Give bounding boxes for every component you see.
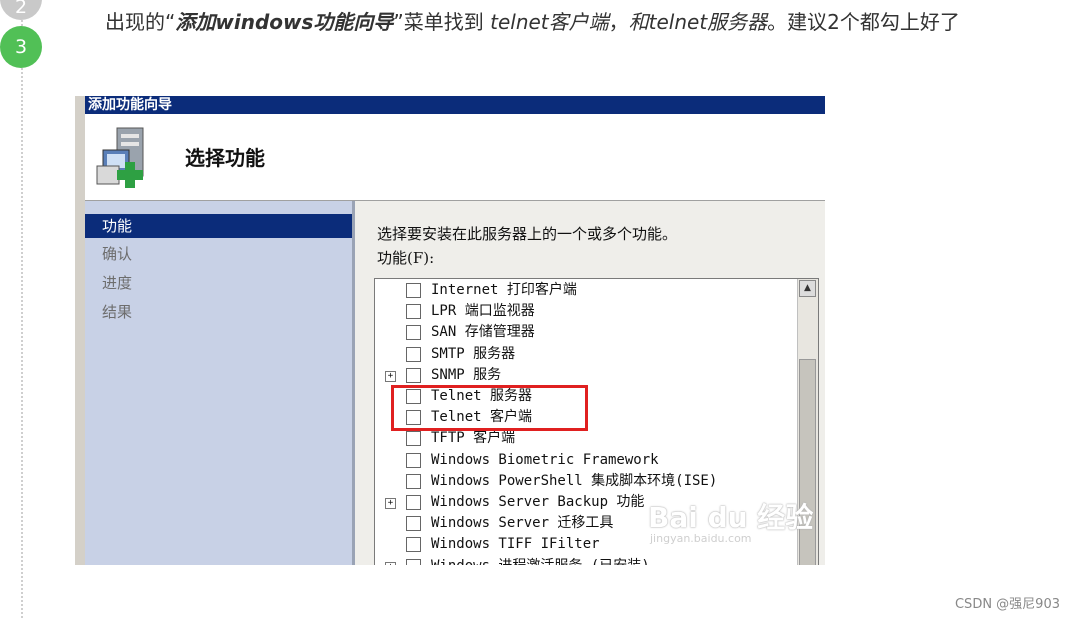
feature-checkbox[interactable] [406,431,421,447]
feature-checkbox[interactable] [406,495,421,510]
feature-row[interactable]: Windows PowerShell 集成脚本环境(ISE) [375,472,795,493]
nav-item-results[interactable]: 结果 [85,300,352,324]
feature-label: SAN 存储管理器 [431,324,535,341]
csdn-credit: CSDN @强尼903 [954,597,1060,612]
step-badge-current: 3 [0,26,42,68]
wizard-title: 添加功能向导 [88,97,172,113]
para-text-2: ”菜单找到 [393,10,491,34]
wizard-nav: 功能 确认 进度 结果 [85,201,352,565]
step-badge-previous: 2 [0,0,42,20]
feature-checkbox[interactable] [406,304,421,320]
para-italic-telnet-server: 和telnet服务器 [628,10,768,34]
para-text-4: 。建议2个都勾上好了 [767,10,960,34]
feature-checkbox[interactable] [406,516,421,532]
para-text-1: 出现的“ [105,10,176,34]
wizard-header: 选择功能 [85,114,825,201]
feature-label: Windows TIFF IFilter [431,536,600,553]
expand-plus-icon[interactable]: + [385,498,396,509]
feature-row[interactable]: Windows Biometric Framework [375,451,795,472]
features-label: 功能(F): [377,249,435,267]
features-description: 选择要安装在此服务器上的一个或多个功能。 [377,225,678,243]
baidu-watermark: Bai du 经验 [648,501,814,534]
telnet-highlight-box [391,385,588,431]
feature-label: Windows Server Backup 功能 [431,494,645,510]
feature-row[interactable]: TFTP 客户端 [375,429,795,450]
feature-checkbox[interactable] [406,537,421,553]
nav-item-confirm[interactable]: 确认 [85,242,352,266]
scroll-up-arrow-icon[interactable]: ▲ [799,280,816,297]
server-add-icon [96,127,144,188]
feature-row[interactable]: SAN 存储管理器 [375,323,795,344]
feature-checkbox[interactable] [406,325,421,341]
feature-label: LPR 端口监视器 [431,303,535,320]
wizard-screenshot: 添加功能向导 选择功能 功能 确认 进度 结果 选择要安装在此服务器上的一个或多… [75,96,825,565]
wizard-heading: 选择功能 [185,146,265,170]
feature-label: SNMP 服务 [431,366,502,383]
feature-checkbox[interactable] [406,558,421,565]
feature-label: Windows Server 迁移工具 [431,515,614,532]
feature-label: TFTP 客户端 [431,430,516,447]
feature-checkbox[interactable] [406,473,421,489]
para-italic-telnet-client: telnet客户端 [490,10,609,34]
baidu-watermark-url: jingyan.baidu.com [650,532,752,545]
feature-label: Windows PowerShell 集成脚本环境(ISE) [431,472,718,489]
feature-checkbox[interactable] [406,346,421,362]
feature-label: SMTP 服务器 [431,345,516,362]
expand-plus-icon[interactable]: + [385,561,396,565]
timeline-rail [21,0,23,618]
feature-label: Windows Biometric Framework [431,451,659,468]
feature-row[interactable]: + SNMP 服务 [375,366,795,387]
feature-row[interactable]: SMTP 服务器 [375,345,795,366]
para-text-3: ， [608,10,629,34]
feature-label: Internet 打印客户端 [431,282,577,298]
nav-item-progress[interactable]: 进度 [85,271,352,295]
feature-checkbox[interactable] [406,283,421,298]
para-bold-wizard-name: 添加windows功能向导 [175,10,394,34]
feature-checkbox[interactable] [406,367,421,383]
feature-row[interactable]: Internet 打印客户端 [375,281,795,302]
step-paragraph: 出现的“添加windows功能向导”菜单找到 telnet客户端，和telnet… [75,2,1035,42]
nav-item-features[interactable]: 功能 [85,214,352,238]
expand-plus-icon[interactable]: + [385,370,396,382]
feature-label: Windows 进程激活服务 (已安装) [431,557,650,565]
feature-row[interactable]: + Windows 进程激活服务 (已安装) [375,557,795,565]
window-left-edge [75,96,85,565]
wizard-titlebar: 添加功能向导 [75,96,825,114]
feature-row[interactable]: LPR 端口监视器 [375,302,795,323]
feature-checkbox[interactable] [406,452,421,468]
